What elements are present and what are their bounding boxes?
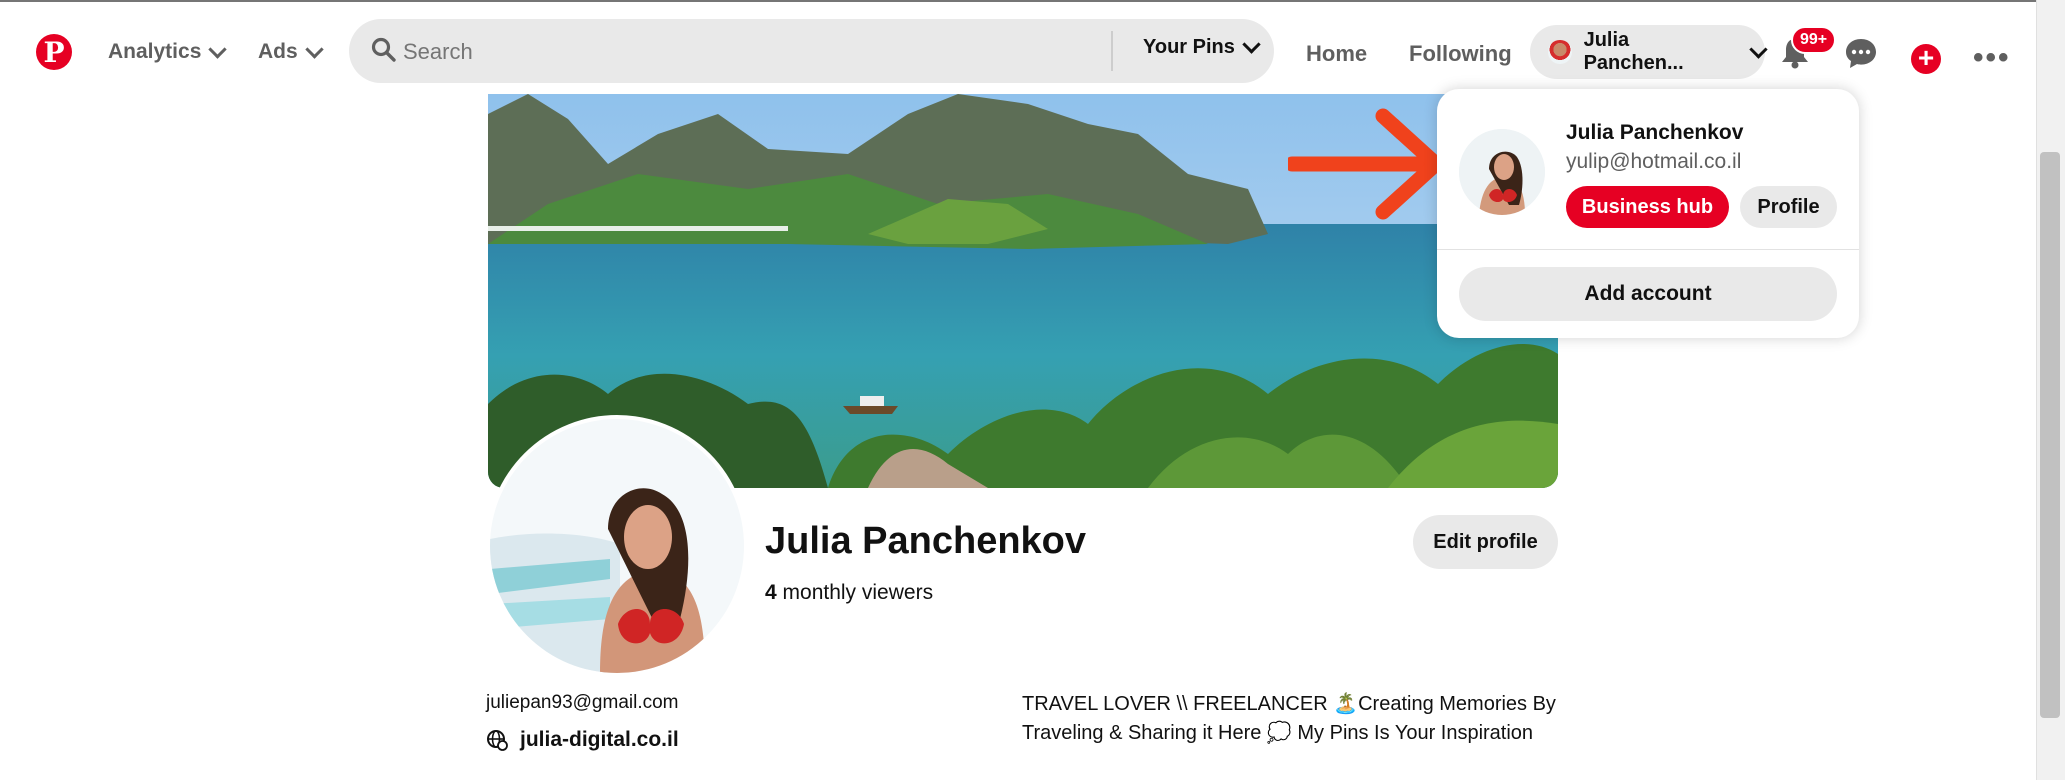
search-divider [1111, 31, 1113, 71]
account-avatar [1548, 40, 1572, 64]
profile-avatar[interactable] [486, 415, 748, 677]
edit-profile-button[interactable]: Edit profile [1413, 515, 1558, 569]
profile-photo [490, 419, 744, 673]
nav-home-link[interactable]: Home [1306, 41, 1367, 67]
scrollbar-thumb[interactable] [2040, 152, 2060, 718]
pinterest-logo-icon[interactable]: P [36, 34, 72, 70]
business-hub-button[interactable]: Business hub [1566, 186, 1729, 228]
nav-following-link[interactable]: Following [1409, 41, 1512, 67]
account-menu-popup: Julia Panchenkov yulip@hotmail.co.il Bus… [1437, 89, 1859, 338]
chevron-down-icon [304, 39, 324, 59]
account-menu-email: yulip@hotmail.co.il [1566, 150, 1742, 173]
analytics-dropdown[interactable]: Analytics [108, 39, 228, 64]
chevron-down-icon [208, 39, 228, 59]
notification-count-badge: 99+ [1791, 26, 1837, 54]
menu-divider [1437, 249, 1859, 250]
top-navigation-bar: P Analytics Ads Your Pins Home Following… [0, 8, 2030, 98]
account-name-label: Julia Panchen... [1583, 29, 1684, 74]
add-account-button[interactable]: Add account [1459, 267, 1837, 321]
ads-dropdown[interactable]: Ads [258, 39, 324, 64]
viewers-label: monthly viewers [776, 581, 934, 604]
account-switcher-button[interactable]: Julia Panchen... [1530, 25, 1768, 79]
monthly-viewers: 4 monthly viewers [765, 581, 933, 605]
profile-button[interactable]: Profile [1740, 186, 1837, 228]
search-icon [371, 37, 396, 62]
chevron-down-icon [1749, 39, 1768, 59]
more-options-icon[interactable]: ••• [1973, 43, 2011, 73]
annotation-arrow-icon [1288, 108, 1444, 220]
browser-top-border [0, 0, 2065, 8]
messages-icon[interactable] [1845, 37, 1877, 69]
website-label: julia-digital.co.il [520, 728, 679, 751]
profile-bio: TRAVEL LOVER \\ FREELANCER 🏝️Creating Me… [1022, 693, 1556, 744]
profile-name: Julia Panchenkov [765, 520, 1087, 562]
viewers-count: 4 [765, 581, 777, 604]
account-menu-avatar [1459, 129, 1545, 215]
ads-label: Ads [258, 40, 298, 63]
search-bar: Your Pins [349, 19, 1405, 83]
your-pins-label: Your Pins [1143, 36, 1235, 58]
page-scrollbar[interactable] [2036, 0, 2065, 780]
create-plus-icon[interactable]: + [1911, 44, 1941, 74]
profile-email: juliepan93@gmail.com [486, 692, 679, 713]
profile-website-link[interactable]: julia-digital.co.il [486, 728, 679, 752]
your-pins-dropdown[interactable]: Your Pins [1143, 35, 1261, 59]
globe-link-icon [487, 730, 508, 751]
account-menu-photo [1459, 129, 1545, 215]
analytics-label: Analytics [108, 40, 202, 63]
chevron-down-icon [1242, 35, 1261, 54]
account-menu-name: Julia Panchenkov [1566, 121, 1744, 144]
